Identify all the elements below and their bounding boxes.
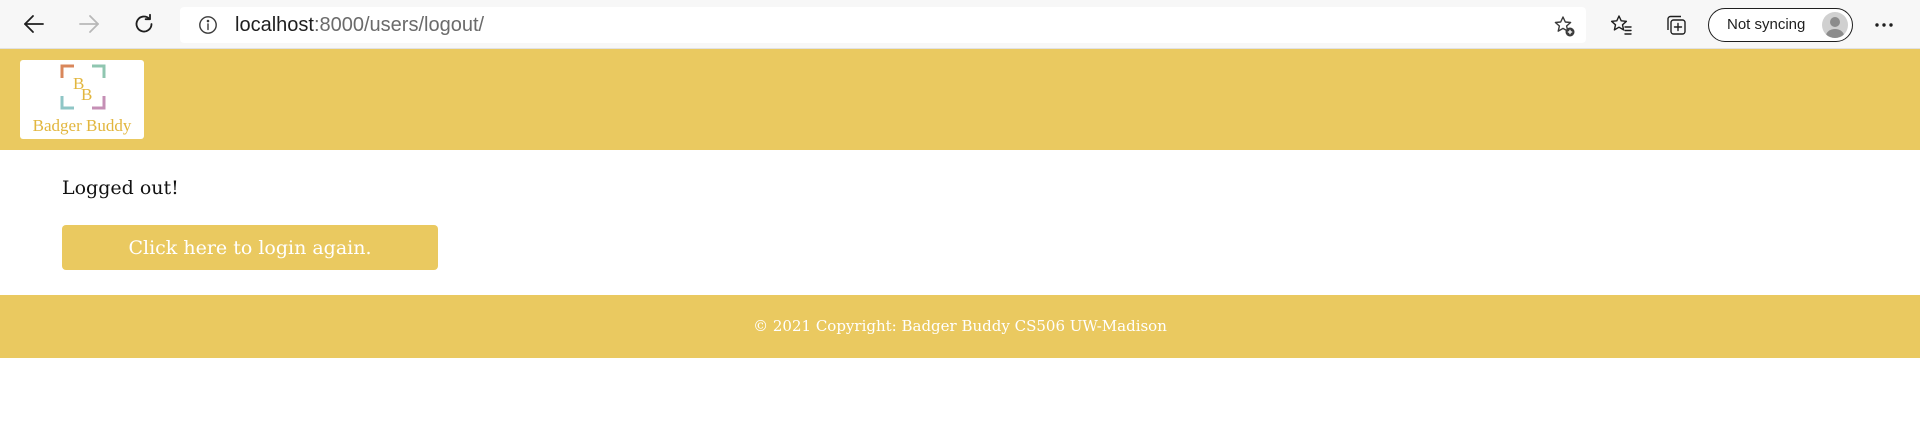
- browser-toolbar: localhost:8000/users/logout/ Not syncing: [0, 0, 1920, 49]
- more-button[interactable]: [1868, 9, 1900, 41]
- refresh-icon: [135, 13, 153, 33]
- svg-text:B: B: [81, 85, 92, 104]
- address-bar[interactable]: localhost:8000/users/logout/: [180, 7, 1586, 43]
- favorites-icon: [1610, 15, 1632, 35]
- login-again-button[interactable]: Click here to login again.: [62, 225, 438, 270]
- logo-mark: B B: [60, 64, 106, 110]
- copyright-text: © 2021 Copyright: Badger Buddy CS506 UW-…: [753, 317, 1167, 335]
- logout-message: Logged out!: [62, 177, 179, 199]
- refresh-button[interactable]: [126, 8, 162, 40]
- logo-text: Badger Buddy: [32, 116, 132, 135]
- avatar: [1822, 12, 1848, 38]
- forward-button[interactable]: [71, 8, 107, 40]
- collections-button[interactable]: [1660, 9, 1692, 41]
- more-icon: [1875, 23, 1893, 27]
- url-host: localhost: [235, 14, 314, 36]
- site-footer: © 2021 Copyright: Badger Buddy CS506 UW-…: [0, 295, 1920, 358]
- star-add-icon[interactable]: [1552, 14, 1576, 38]
- site-header: B B Badger Buddy: [0, 49, 1920, 150]
- profile-sync-button[interactable]: Not syncing: [1708, 8, 1853, 42]
- url-text[interactable]: localhost:8000/users/logout/: [235, 14, 484, 37]
- arrow-left-icon: [24, 15, 44, 33]
- user-avatar-icon: [1826, 17, 1844, 38]
- info-icon[interactable]: [198, 15, 218, 35]
- favorites-button[interactable]: [1605, 9, 1637, 41]
- site-logo[interactable]: B B Badger Buddy: [20, 60, 144, 139]
- url-path: :8000/users/logout/: [313, 14, 485, 36]
- sync-status-label: Not syncing: [1727, 16, 1806, 33]
- back-button[interactable]: [16, 8, 52, 40]
- collections-icon: [1667, 15, 1686, 35]
- arrow-right-icon: [79, 15, 99, 33]
- main-content: Logged out! Click here to login again.: [0, 150, 1920, 295]
